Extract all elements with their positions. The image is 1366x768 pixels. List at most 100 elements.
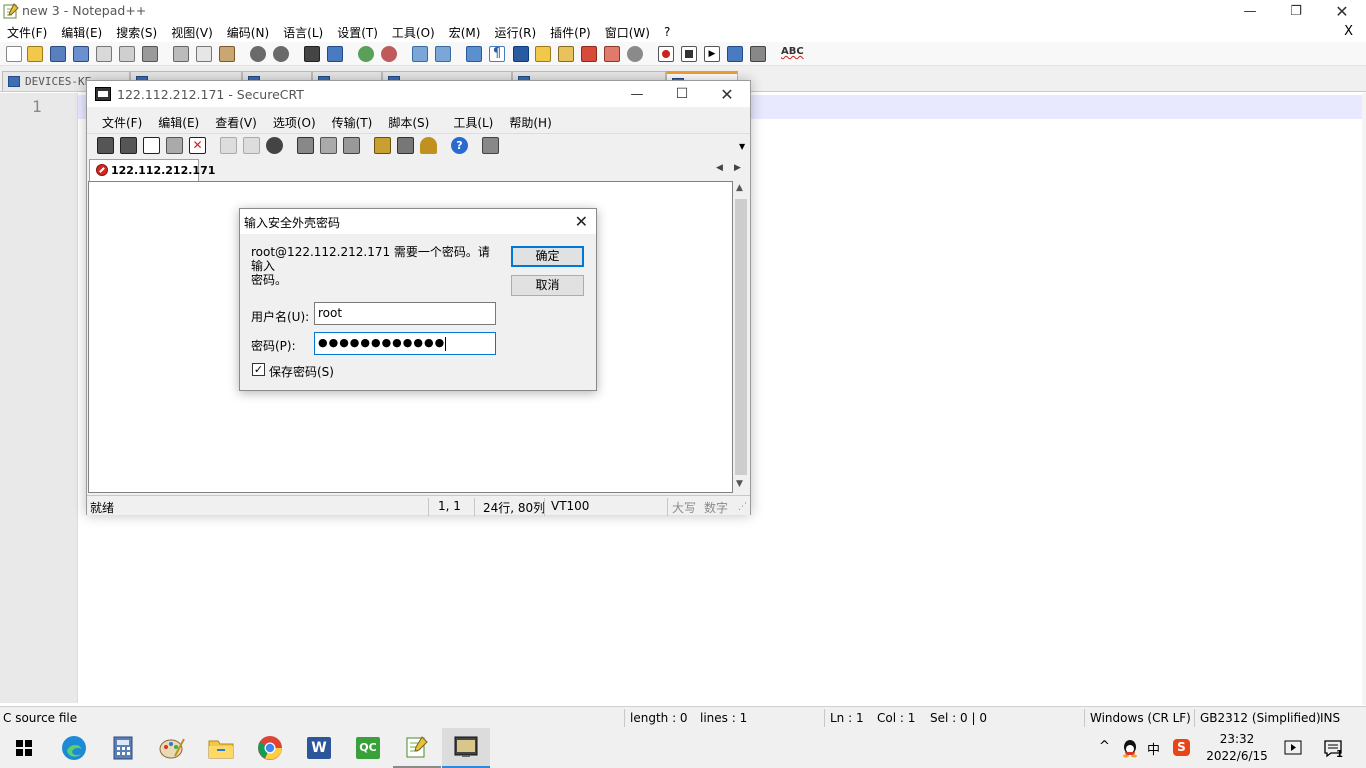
quick-connect-icon[interactable] — [120, 137, 137, 154]
printer-icon[interactable] — [343, 137, 360, 154]
notepadpp-taskbar-icon[interactable] — [393, 728, 441, 768]
save-macro-icon[interactable] — [750, 46, 766, 62]
cancel-button[interactable]: 取消 — [511, 275, 584, 296]
spellcheck-icon[interactable]: ABC — [781, 46, 804, 62]
dialog-close-icon[interactable]: ✕ — [575, 212, 588, 231]
scrollbar-thumb[interactable] — [735, 199, 747, 475]
crt-menu-script[interactable]: 脚本(S) — [380, 114, 437, 131]
print-screen-icon[interactable] — [297, 137, 314, 154]
paste-icon[interactable] — [219, 46, 235, 62]
monitoring-icon[interactable] — [627, 46, 643, 62]
ime-indicator[interactable]: 中 — [1147, 739, 1160, 758]
run-macro-multiple-icon[interactable] — [727, 46, 743, 62]
find-icon[interactable] — [266, 137, 283, 154]
crt-minimize-button[interactable]: — — [614, 83, 660, 105]
scroll-down-icon[interactable]: ▼ — [736, 479, 743, 489]
status-eol[interactable]: Windows (CR LF) — [1090, 711, 1191, 725]
session-tab[interactable]: 122.112.212.171 — [89, 159, 215, 181]
function-list-icon[interactable] — [581, 46, 597, 62]
calculator-icon[interactable] — [99, 728, 147, 768]
close-all-icon[interactable] — [119, 46, 135, 62]
replace-icon[interactable] — [327, 46, 343, 62]
redo-icon[interactable] — [273, 46, 289, 62]
tab-scroll-right-icon[interactable]: ▶ — [734, 163, 741, 173]
minimize-button[interactable]: — — [1227, 0, 1273, 22]
define-language-icon[interactable] — [535, 46, 551, 62]
menu-view[interactable]: 视图(V) — [164, 24, 220, 41]
crt-menu-file[interactable]: 文件(F) — [87, 114, 150, 131]
global-options-icon[interactable] — [397, 137, 414, 154]
system-clock[interactable]: 23:32 2022/6/15 — [1200, 731, 1274, 765]
sync-horizontal-icon[interactable] — [435, 46, 451, 62]
connect-icon[interactable] — [97, 137, 114, 154]
zoom-out-icon[interactable] — [381, 46, 397, 62]
word-wrap-icon[interactable] — [466, 46, 482, 62]
menu-encoding[interactable]: 编码(N) — [220, 24, 276, 41]
tray-chevron-icon[interactable]: ^ — [1099, 739, 1110, 754]
menu-help[interactable]: ? — [657, 25, 677, 39]
find-icon[interactable] — [304, 46, 320, 62]
status-encoding[interactable]: GB2312 (Simplified) — [1200, 711, 1321, 725]
print-icon[interactable] — [142, 46, 158, 62]
undo-icon[interactable] — [250, 46, 266, 62]
menu-plugins[interactable]: 插件(P) — [543, 24, 598, 41]
doc-map-icon[interactable] — [558, 46, 574, 62]
terminal-scrollbar[interactable]: ▲ ▼ — [733, 181, 749, 493]
ok-button[interactable]: 确定 — [511, 246, 584, 267]
close-file-icon[interactable] — [96, 46, 112, 62]
crt-close-button[interactable]: ✕ — [704, 83, 750, 105]
menu-file[interactable]: 文件(F) — [0, 24, 54, 41]
save-all-icon[interactable] — [73, 46, 89, 62]
start-icon[interactable] — [0, 728, 48, 768]
help-icon[interactable]: ? — [451, 137, 468, 154]
username-input[interactable]: root — [314, 302, 496, 325]
show-desktop-icon[interactable] — [1284, 740, 1302, 756]
crt-maximize-button[interactable]: ☐ — [659, 83, 705, 105]
reconnect-icon[interactable] — [166, 137, 183, 154]
open-file-icon[interactable] — [27, 46, 43, 62]
show-all-chars-icon[interactable]: ¶ — [489, 46, 505, 62]
toolbar-overflow-icon[interactable]: ▼ — [739, 142, 745, 151]
menu-window[interactable]: 窗口(W) — [598, 24, 657, 41]
word-icon[interactable]: W — [295, 728, 343, 768]
key-icon[interactable] — [420, 137, 437, 154]
crt-menu-edit[interactable]: 编辑(E) — [150, 114, 207, 131]
indent-guide-icon[interactable] — [513, 46, 529, 62]
close-document-button[interactable]: X — [1337, 24, 1360, 39]
chrome-icon[interactable] — [246, 728, 294, 768]
qc-icon[interactable]: QC — [344, 728, 392, 768]
crt-menu-tools[interactable]: 工具(L) — [445, 114, 501, 131]
sync-vertical-icon[interactable] — [412, 46, 428, 62]
keymap-icon[interactable] — [482, 137, 499, 154]
crt-menu-help[interactable]: 帮助(H) — [501, 114, 559, 131]
cut-icon[interactable] — [173, 46, 189, 62]
resize-grip-icon[interactable]: ⋰ — [738, 502, 747, 512]
paint-icon[interactable] — [148, 728, 196, 768]
password-input[interactable]: ●●●●●●●●●●●● — [314, 332, 496, 355]
stop-macro-icon[interactable] — [681, 46, 697, 62]
menu-run[interactable]: 运行(R) — [487, 24, 543, 41]
menu-edit[interactable]: 编辑(E) — [54, 24, 109, 41]
save-password-checkbox[interactable]: ✓ — [252, 363, 265, 376]
session-options-icon[interactable] — [374, 137, 391, 154]
print-selection-icon[interactable] — [320, 137, 337, 154]
play-macro-icon[interactable]: ▶ — [704, 46, 720, 62]
folder-workspace-icon[interactable] — [604, 46, 620, 62]
record-macro-icon[interactable] — [658, 46, 674, 62]
edge-icon[interactable] — [50, 728, 98, 768]
menu-language[interactable]: 语言(L) — [276, 24, 330, 41]
disconnect-icon[interactable]: ✕ — [189, 137, 206, 154]
new-file-icon[interactable] — [6, 46, 22, 62]
crt-menu-view[interactable]: 查看(V) — [207, 114, 265, 131]
menu-tools[interactable]: 工具(O) — [385, 24, 442, 41]
securecrt-taskbar-icon[interactable] — [442, 728, 490, 768]
crt-menu-transfer[interactable]: 传输(T) — [324, 114, 381, 131]
save-password-label[interactable]: 保存密码(S) — [269, 363, 334, 380]
file-explorer-icon[interactable] — [197, 728, 245, 768]
menu-settings[interactable]: 设置(T) — [330, 24, 385, 41]
menu-search[interactable]: 搜索(S) — [109, 24, 164, 41]
close-button[interactable]: ✕ — [1319, 0, 1365, 22]
sogou-tray-icon[interactable]: S — [1173, 739, 1190, 756]
zoom-in-icon[interactable] — [358, 46, 374, 62]
qq-tray-icon[interactable] — [1121, 738, 1139, 758]
